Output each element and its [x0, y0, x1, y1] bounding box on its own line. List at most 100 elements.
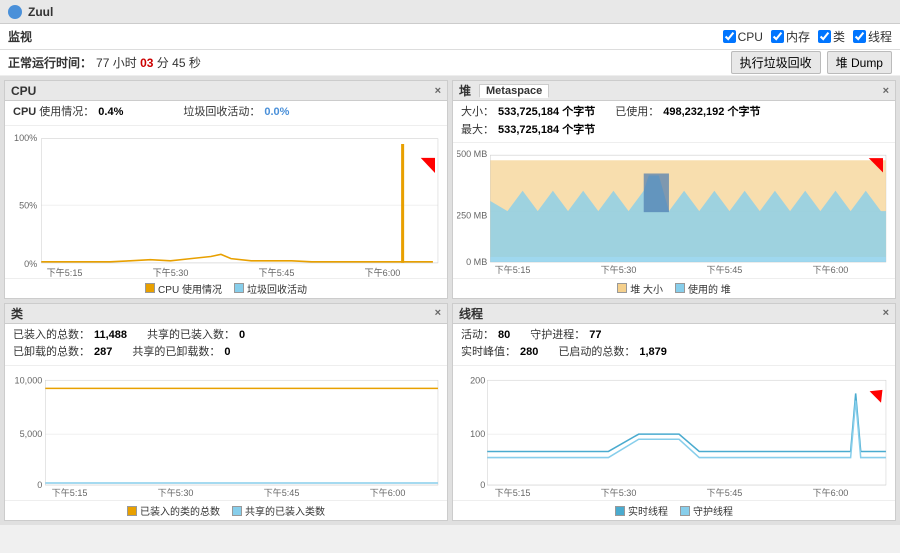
svg-text:下午5:45: 下午5:45: [707, 487, 743, 498]
svg-text:下午5:30: 下午5:30: [153, 266, 189, 277]
svg-text:0 MB: 0 MB: [466, 257, 487, 267]
classes-legend-shared-label: 共享的已装入类数: [245, 503, 325, 518]
mem-checkbox[interactable]: [771, 30, 784, 43]
gc-button[interactable]: 执行垃圾回收: [731, 51, 821, 74]
heap-legend-size: 堆 大小: [617, 281, 663, 296]
heap-panel: 堆 Metaspace × 大小： 533,725,184 个字节 已使用： 4…: [452, 80, 896, 299]
svg-text:500 MB: 500 MB: [457, 149, 487, 159]
threads-legend-daemon-label: 守护线程: [693, 503, 733, 518]
cpu-legend-cpu: CPU 使用情况: [145, 281, 222, 296]
threads-legend-live-color: [615, 506, 625, 516]
cpu-legend-gc: 垃圾回收活动: [234, 281, 307, 296]
classes-chart-area: 10,000 5,000 0 下午5:15 下午5:30 下午5:45 下午6:…: [5, 366, 447, 500]
svg-text:0: 0: [37, 480, 42, 490]
cpu-checkbox[interactable]: [723, 30, 736, 43]
threads-legend-live: 实时线程: [615, 503, 668, 518]
cpu-chart-area: 100% 50% 0% 下午5:15 下午5:30 下午5:45 下午: [5, 126, 447, 278]
class-checkbox-label[interactable]: 类: [818, 28, 845, 45]
uptime-label: 正常运行时间：: [8, 54, 92, 71]
heap-dump-button[interactable]: 堆 Dump: [827, 51, 892, 74]
classes-panel-title: 类: [11, 305, 23, 322]
heap-close-button[interactable]: ×: [883, 85, 889, 97]
classes-unloaded-label: 已卸载的总数：: [13, 344, 90, 362]
svg-text:下午5:30: 下午5:30: [601, 487, 637, 498]
svg-text:100%: 100%: [14, 132, 37, 142]
app-title: Zuul: [28, 5, 53, 19]
classes-legend-shared: 共享的已装入类数: [232, 503, 325, 518]
mem-checkbox-label[interactable]: 内存: [771, 28, 810, 45]
cpu-usage-value: 0.4%: [98, 104, 123, 122]
threads-active-value: 80: [498, 327, 510, 345]
header-checkboxes: CPU 内存 类 线程: [723, 28, 892, 45]
cpu-checkbox-label[interactable]: CPU: [723, 30, 763, 44]
app-icon: [8, 5, 22, 19]
heap-used-label: 已使用：: [615, 104, 659, 122]
classes-shared-loaded-value: 0: [239, 327, 245, 345]
cpu-chart-svg: 100% 50% 0% 下午5:15 下午5:30 下午5:45 下午: [9, 128, 443, 278]
classes-legend-shared-color: [232, 506, 242, 516]
threads-chart-svg: 200 100 0 下午5:15 下午5:30 下午5:45: [457, 368, 891, 500]
classes-shared-unloaded-value: 0: [224, 344, 230, 362]
title-bar: Zuul: [0, 0, 900, 24]
classes-close-button[interactable]: ×: [435, 307, 441, 319]
classes-shared-unloaded-label: 共享的已卸载数：: [132, 344, 220, 362]
heap-max-value: 533,725,184 个字节: [498, 122, 595, 140]
classes-stats: 已装入的总数： 11,488 共享的已装入数： 0 已卸载的总数： 287 共享…: [5, 324, 447, 366]
heap-chart-svg: 500 MB 250 MB 0 MB 下午5:15 下午5:30: [457, 145, 891, 277]
svg-text:下午5:15: 下午5:15: [495, 264, 531, 275]
heap-legend-used-label: 使用的 堆: [688, 281, 731, 296]
cpu-panel-header: CPU ×: [5, 81, 447, 101]
classes-unloaded-value: 287: [94, 344, 112, 362]
heap-size-value: 533,725,184 个字节: [498, 104, 595, 122]
svg-text:下午5:15: 下午5:15: [47, 266, 83, 277]
threads-legend-daemon: 守护线程: [680, 503, 733, 518]
classes-loaded-label: 已装入的总数：: [13, 327, 90, 345]
threads-total-label: 已启动的总数：: [558, 344, 635, 362]
heap-legend-size-label: 堆 大小: [630, 281, 663, 296]
thread-checkbox-label[interactable]: 线程: [853, 28, 892, 45]
threads-legend-daemon-color: [680, 506, 690, 516]
thread-checkbox[interactable]: [853, 30, 866, 43]
heap-metaspace-tab[interactable]: Metaspace: [479, 84, 549, 98]
header: 监视 CPU 内存 类 线程: [0, 24, 900, 50]
threads-panel-title: 线程: [459, 305, 483, 322]
svg-text:5,000: 5,000: [20, 429, 43, 439]
cpu-panel-title: CPU: [11, 84, 36, 98]
svg-text:200: 200: [470, 375, 485, 385]
cpu-legend-cpu-label: CPU 使用情况: [158, 281, 222, 296]
heap-legend-size-color: [617, 283, 627, 293]
cpu-close-button[interactable]: ×: [435, 85, 441, 97]
uptime-seconds: 45: [172, 56, 185, 70]
cpu-panel: CPU × CPU 使用情况： 0.4% 垃圾回收活动： 0.0% 100% 5…: [4, 80, 448, 299]
heap-stats: 大小： 533,725,184 个字节 已使用： 498,232,192 个字节…: [453, 101, 895, 143]
svg-text:0: 0: [480, 480, 485, 490]
class-checkbox[interactable]: [818, 30, 831, 43]
svg-text:0%: 0%: [24, 259, 37, 269]
gc-activity-label: 垃圾回收活动：: [183, 104, 260, 122]
svg-text:下午6:00: 下午6:00: [365, 266, 401, 277]
classes-shared-loaded-label: 共享的已装入数：: [147, 327, 235, 345]
classes-panel: 类 × 已装入的总数： 11,488 共享的已装入数： 0 已卸载的总数： 28…: [4, 303, 448, 522]
svg-text:50%: 50%: [19, 200, 37, 210]
heap-used-value: 498,232,192 个字节: [663, 104, 760, 122]
heap-tab-area: 堆 Metaspace: [459, 82, 549, 99]
heap-legend: 堆 大小 使用的 堆: [453, 278, 895, 298]
cpu-legend: CPU 使用情况 垃圾回收活动: [5, 278, 447, 298]
svg-text:10,000: 10,000: [15, 375, 43, 385]
cpu-stats: CPU 使用情况： 0.4% 垃圾回收活动： 0.0%: [5, 101, 447, 126]
svg-text:下午5:30: 下午5:30: [601, 264, 637, 275]
cpu-legend-gc-label: 垃圾回收活动: [247, 281, 307, 296]
heap-max-label: 最大：: [461, 122, 494, 140]
cpu-legend-cpu-color: [145, 283, 155, 293]
threads-total-value: 1,879: [639, 344, 667, 362]
heap-panel-header: 堆 Metaspace ×: [453, 81, 895, 101]
svg-text:下午5:15: 下午5:15: [52, 487, 88, 498]
classes-chart-svg: 10,000 5,000 0 下午5:15 下午5:30 下午5:45 下午6:…: [9, 368, 443, 500]
threads-close-button[interactable]: ×: [883, 307, 889, 319]
heap-legend-used: 使用的 堆: [675, 281, 731, 296]
threads-daemon-value: 77: [589, 327, 601, 345]
heap-chart-area: 500 MB 250 MB 0 MB 下午5:15 下午5:30: [453, 143, 895, 277]
svg-text:下午5:45: 下午5:45: [707, 264, 743, 275]
classes-legend-loaded-color: [127, 506, 137, 516]
threads-panel-header: 线程 ×: [453, 304, 895, 324]
